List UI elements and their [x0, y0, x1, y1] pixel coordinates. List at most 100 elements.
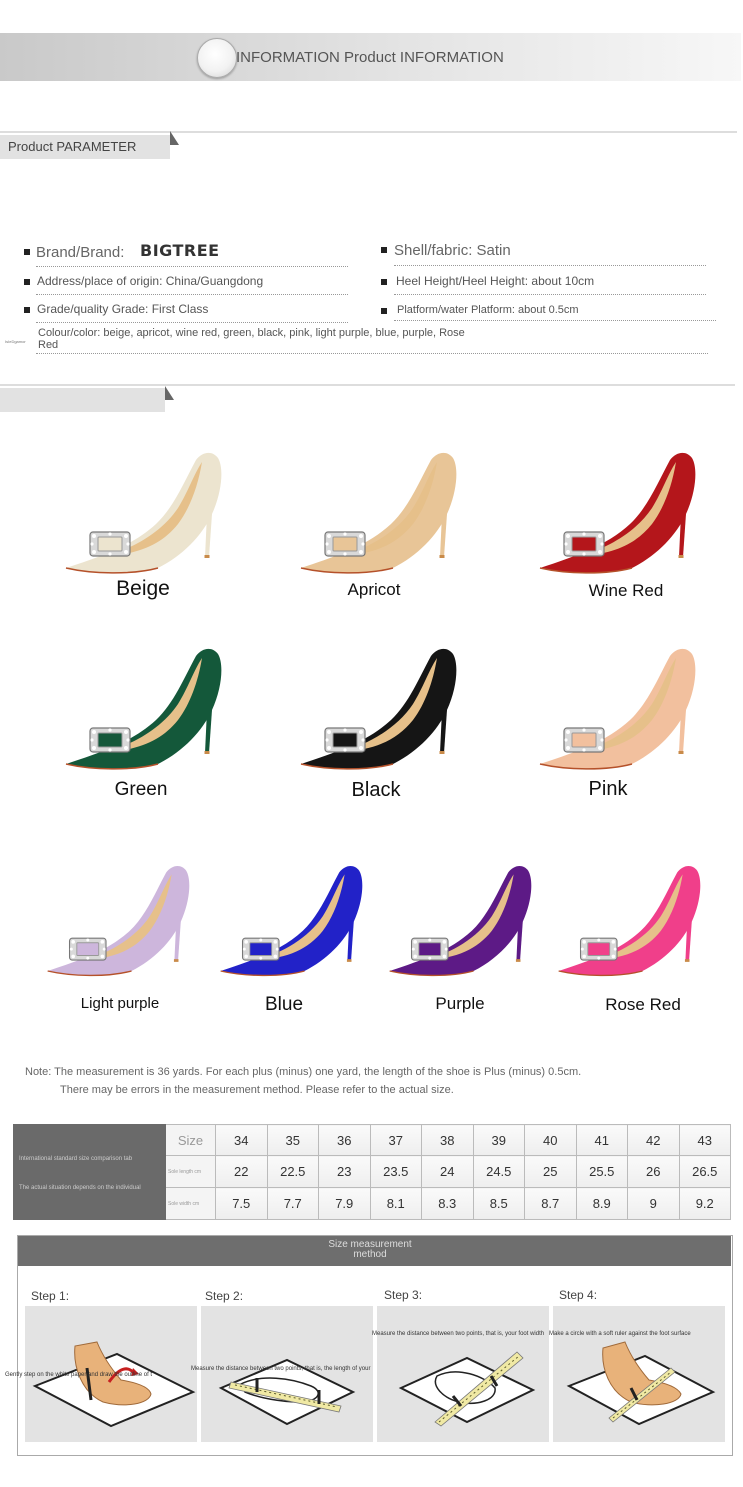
parameter-tab-label: Product PARAMETER — [8, 139, 137, 154]
width-cell: 8.7 — [524, 1187, 577, 1220]
note-line2: There may be errors in the measurement m… — [60, 1084, 454, 1096]
brand-logo: BIGTREE — [140, 241, 220, 260]
length-cell: 22.5 — [266, 1155, 319, 1188]
color-label-blue: Blue — [264, 994, 304, 1015]
shoe-blue — [217, 862, 372, 987]
step-3-panel — [377, 1306, 549, 1442]
measurement-method-title: Size measurement method — [300, 1240, 440, 1260]
size-table-side: International standard size comparison t… — [13, 1124, 166, 1220]
step-4-label: Step 4: — [559, 1288, 598, 1302]
size-cell: 39 — [472, 1124, 525, 1156]
width-cell: 8.9 — [575, 1187, 628, 1220]
dotted-rule — [394, 294, 706, 295]
size-cell: 35 — [266, 1124, 319, 1156]
note-line1: Note: The measurement is 36 yards. For e… — [25, 1066, 582, 1078]
size-cell: 40 — [524, 1124, 577, 1156]
row-label-length: Sole length cm — [165, 1155, 216, 1188]
address-text: Address/place of origin: China/Guangdong — [37, 274, 264, 288]
dotted-rule — [36, 322, 348, 323]
width-cell: 7.9 — [318, 1187, 371, 1220]
color-label-light-purple: Light purple — [80, 995, 160, 1012]
bullet-icon — [24, 307, 30, 313]
color-label-apricot: Apricot — [347, 580, 401, 599]
dotted-rule — [36, 353, 708, 354]
shoe-apricot — [297, 452, 467, 582]
step-3-illustration — [398, 1351, 536, 1427]
shoe-purple — [386, 862, 541, 987]
length-cell: 26.5 — [678, 1155, 731, 1188]
dotted-rule — [36, 294, 348, 295]
colour-text-line2: Red — [38, 339, 59, 351]
color-label-rose-red: Rose Red — [605, 995, 681, 1014]
size-cell: 36 — [318, 1124, 371, 1156]
step-2-panel — [201, 1306, 373, 1442]
width-cell: 7.7 — [266, 1187, 319, 1220]
step-1-label: Step 1: — [31, 1289, 70, 1303]
colour-text-line1: Colour/color: beige, apricot, wine red, … — [38, 327, 465, 339]
color-label-beige: Beige — [116, 577, 170, 600]
length-cell: 24.5 — [472, 1155, 525, 1188]
step-2-label: Step 2: — [205, 1289, 244, 1303]
tab-corner — [170, 131, 179, 145]
divider — [0, 131, 737, 133]
step-4-panel — [553, 1306, 725, 1442]
bullet-icon — [381, 247, 387, 253]
heel-text: Heel Height/Heel Height: about 10cm — [396, 274, 595, 288]
step-4-illustration — [566, 1341, 716, 1426]
brand-label: Brand/Brand: — [36, 244, 125, 261]
color-label-green: Green — [114, 779, 168, 800]
row-label-size: Size — [165, 1124, 216, 1156]
tab-corner — [165, 386, 174, 400]
dotted-rule — [394, 320, 716, 321]
width-cell: 7.5 — [215, 1187, 268, 1220]
size-cell: 43 — [678, 1124, 731, 1156]
shoe-pink — [536, 648, 706, 778]
width-cell: 8.1 — [369, 1187, 422, 1220]
width-cell: 9 — [627, 1187, 680, 1220]
shoe-light-purple — [44, 862, 199, 987]
shell-text: Shell/fabric: Satin — [394, 242, 511, 259]
size-table-side-note: The actual situation depends on the indi… — [19, 1185, 141, 1191]
bullet-icon — [381, 308, 387, 314]
shoe-beige — [62, 452, 232, 582]
step-2-text: Measure the distance between two points,… — [191, 1366, 371, 1372]
size-cell: 37 — [369, 1124, 422, 1156]
step-2-illustration — [218, 1358, 356, 1426]
step-1-text: Gently step on the white paper and draw … — [5, 1372, 153, 1378]
size-cell: 38 — [421, 1124, 474, 1156]
banner-title: INFORMATION Product INFORMATION — [236, 49, 504, 66]
bullet-icon — [24, 249, 30, 255]
banner-circle-icon — [197, 38, 237, 78]
platform-text: Platform/water Platform: about 0.5cm — [397, 304, 579, 316]
shoe-black — [297, 648, 467, 778]
bullet-icon — [24, 279, 30, 285]
size-table: International standard size comparison t… — [13, 1124, 731, 1220]
size-table-side-title: International standard size comparison t… — [19, 1156, 133, 1162]
method-title-line2: method — [353, 1249, 387, 1260]
color-section-tab — [0, 388, 165, 412]
length-cell: 23.5 — [369, 1155, 422, 1188]
width-cell: 8.5 — [472, 1187, 525, 1220]
dotted-rule — [394, 265, 706, 266]
color-label-black: Black — [351, 779, 401, 801]
step-4-text: Make a circle with a soft ruler against … — [549, 1331, 691, 1337]
length-cell: 26 — [627, 1155, 680, 1188]
dotted-rule — [36, 266, 348, 267]
tiny-tag: IsIeDgamor — [5, 339, 26, 344]
shoe-rose-red — [555, 862, 710, 987]
size-cell: 42 — [627, 1124, 680, 1156]
color-label-pink: Pink — [588, 778, 628, 800]
step-3-text: Measure the distance between two points,… — [372, 1331, 545, 1337]
size-cell: 41 — [575, 1124, 628, 1156]
row-label-width: Sole width cm — [165, 1187, 216, 1220]
color-label-purple: Purple — [435, 994, 485, 1013]
size-cell: 34 — [215, 1124, 268, 1156]
grade-text: Grade/quality Grade: First Class — [37, 302, 209, 316]
width-cell: 8.3 — [421, 1187, 474, 1220]
length-cell: 23 — [318, 1155, 371, 1188]
color-label-wine-red: Wine Red — [588, 581, 664, 600]
step-3-label: Step 3: — [384, 1288, 423, 1302]
length-cell: 22 — [215, 1155, 268, 1188]
width-cell: 9.2 — [678, 1187, 731, 1220]
length-cell: 24 — [421, 1155, 474, 1188]
